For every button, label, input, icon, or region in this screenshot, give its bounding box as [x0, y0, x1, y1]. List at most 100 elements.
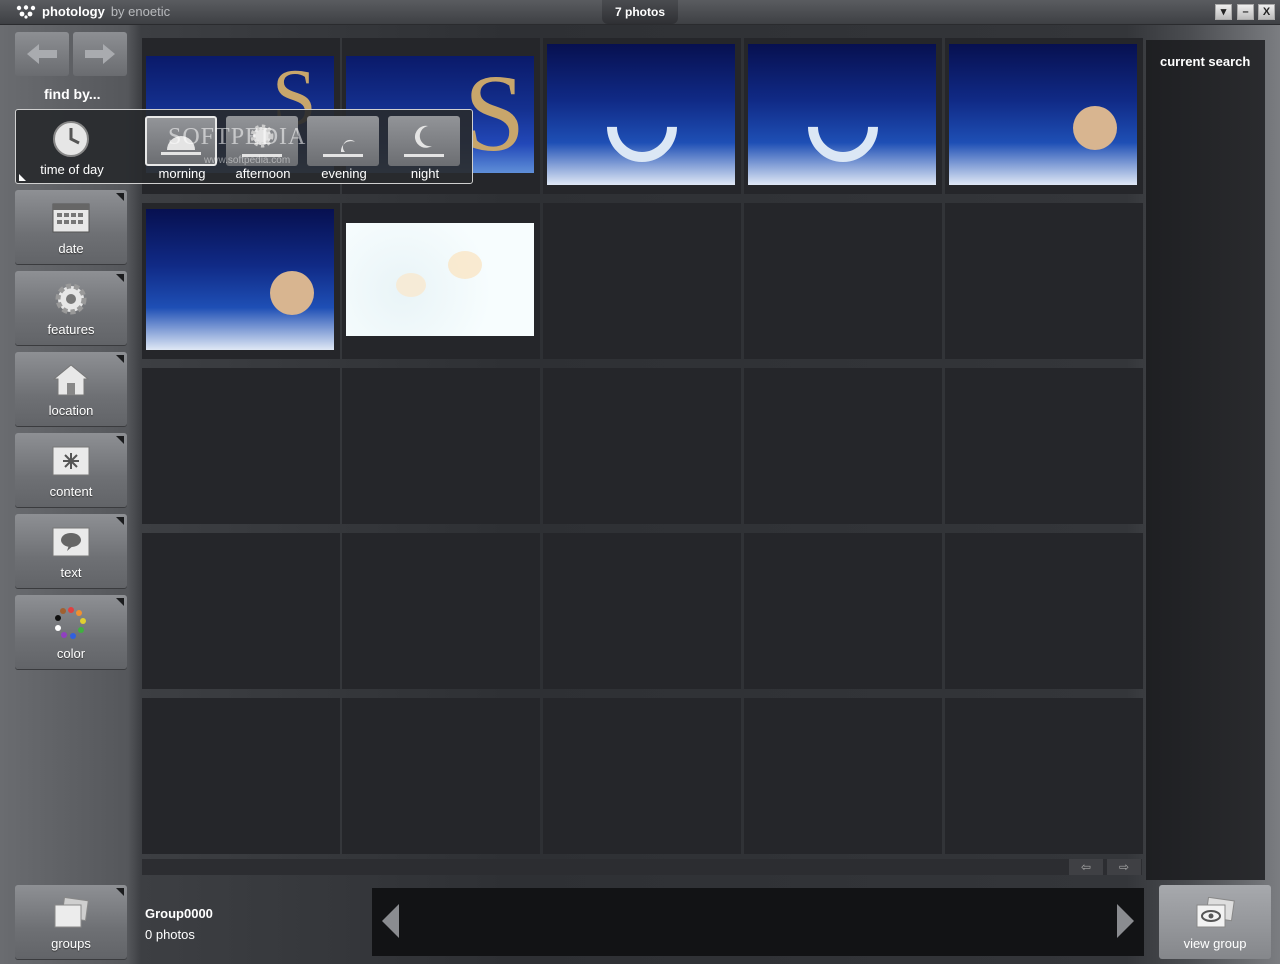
group-filmstrip[interactable]: [372, 888, 1144, 956]
grid-cell: [543, 368, 741, 524]
grid-cell: [744, 368, 942, 524]
tool-label: time of day: [40, 162, 104, 177]
grid-cell[interactable]: [342, 203, 540, 359]
time-option-label: night: [410, 166, 440, 181]
grid-cell: [945, 533, 1143, 689]
find-by-time-of-day-button[interactable]: time of day: [16, 110, 128, 183]
find-by-text-button[interactable]: text: [15, 514, 127, 588]
groups-button[interactable]: groups: [15, 885, 127, 959]
grid-cell: [744, 698, 942, 854]
find-by-label: find by...: [44, 86, 101, 102]
tool-label: groups: [51, 936, 91, 951]
photology-logo-icon: [16, 4, 36, 19]
collapse-corner-icon: [19, 174, 26, 181]
photo-thumbnail[interactable]: [146, 209, 334, 350]
view-group-icon: [1196, 897, 1235, 928]
clock-icon: [53, 121, 89, 157]
dropdown-window-button[interactable]: ▾: [1215, 4, 1232, 20]
speech-bubble-icon: [52, 527, 90, 557]
grid-cell[interactable]: [142, 203, 340, 359]
filmstrip-next-icon[interactable]: [1117, 904, 1134, 938]
photo-thumbnail[interactable]: [949, 44, 1137, 185]
title-bar: photology by enoetic 7 photos ▾ – X: [0, 0, 1280, 25]
moon-graphic: [592, 77, 692, 177]
grid-cell: [543, 698, 741, 854]
time-option-label: evening: [321, 166, 367, 181]
filmstrip-prev-icon[interactable]: [382, 904, 399, 938]
expand-corner-icon: [116, 355, 124, 363]
arrow-right-icon: [85, 44, 115, 64]
portrait-graphic: [270, 271, 314, 315]
moon-icon: [404, 125, 444, 157]
back-button[interactable]: [15, 32, 69, 76]
grid-cell: [342, 698, 540, 854]
color-wheel-icon: [55, 607, 86, 639]
expand-corner-icon: [116, 517, 124, 525]
find-by-content-button[interactable]: content: [15, 433, 127, 507]
gear-icon: [55, 283, 87, 315]
minimize-button[interactable]: –: [1237, 4, 1254, 20]
grid-cell: [142, 368, 340, 524]
expand-corner-icon: [116, 193, 124, 201]
content-icon: [52, 446, 90, 476]
grid-cell: [142, 533, 340, 689]
grid-page-back-button[interactable]: ⇦: [1069, 859, 1103, 875]
grid-scrollbar[interactable]: [142, 859, 1142, 875]
grid-cell: [342, 533, 540, 689]
group-name: Group0000: [145, 906, 213, 921]
grid-cell: [543, 533, 741, 689]
time-option-night[interactable]: [388, 116, 460, 166]
grid-cell[interactable]: [744, 38, 942, 194]
swirl-graphic: S: [464, 52, 526, 174]
photo-thumbnail[interactable]: [748, 44, 936, 185]
moon-graphic: [793, 77, 893, 177]
arrow-left-icon: [27, 44, 57, 64]
time-option-label: morning: [158, 166, 206, 181]
group-photo-count: 0 photos: [145, 927, 195, 942]
grid-cell: [342, 368, 540, 524]
moonrise-icon: [323, 139, 363, 157]
groups-icon: [54, 896, 89, 928]
watermark-url: www.softpedia.com: [204, 155, 291, 166]
time-option-evening[interactable]: [307, 116, 379, 166]
photo-count: 7 photos: [602, 0, 678, 24]
find-by-date-button[interactable]: date: [15, 190, 127, 264]
arrow-right-icon: ⇨: [1118, 860, 1130, 874]
grid-cell: [744, 203, 942, 359]
grid-cell: [744, 533, 942, 689]
arrow-left-icon: ⇦: [1080, 860, 1092, 874]
photo-thumbnail[interactable]: [346, 223, 534, 336]
flower-graphic: [448, 251, 482, 279]
flower-graphic: [396, 273, 426, 297]
photo-thumbnail[interactable]: [547, 44, 735, 185]
tool-label: date: [58, 241, 84, 256]
close-button[interactable]: X: [1258, 4, 1275, 20]
tool-label: color: [56, 646, 86, 661]
grid-cell[interactable]: [543, 38, 741, 194]
current-search-panel: current search: [1146, 40, 1265, 880]
find-by-features-button[interactable]: features: [15, 271, 127, 345]
tool-label: features: [47, 322, 95, 337]
portrait-graphic: [1073, 106, 1117, 150]
time-of-day-popup: time of day morning afternoon evening ni…: [15, 109, 473, 184]
view-group-button[interactable]: view group: [1159, 885, 1271, 959]
grid-cell[interactable]: [945, 38, 1143, 194]
grid-cell: [945, 368, 1143, 524]
view-group-label: view group: [1183, 936, 1247, 951]
expand-corner-icon: [116, 888, 124, 896]
house-icon: [52, 364, 90, 396]
calendar-icon: [52, 203, 90, 233]
grid-cell: [142, 698, 340, 854]
app-title: photology by enoetic: [16, 4, 170, 19]
grid-cell: [945, 203, 1143, 359]
grid-cell: [945, 698, 1143, 854]
tool-label: location: [48, 403, 94, 418]
find-by-location-button[interactable]: location: [15, 352, 127, 426]
expand-corner-icon: [116, 598, 124, 606]
expand-corner-icon: [116, 274, 124, 282]
grid-page-forward-button[interactable]: ⇨: [1107, 859, 1141, 875]
time-option-label: afternoon: [235, 166, 291, 181]
forward-button[interactable]: [73, 32, 127, 76]
find-by-color-button[interactable]: color: [15, 595, 127, 669]
tool-label: text: [60, 565, 82, 580]
